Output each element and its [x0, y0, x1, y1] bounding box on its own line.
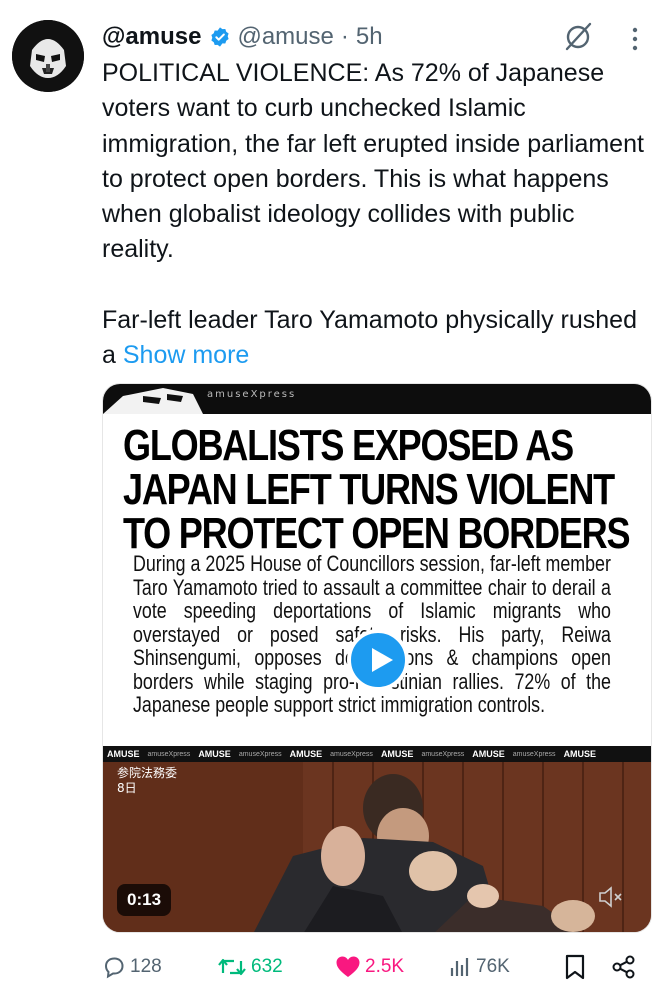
timestamp[interactable]: 5h: [356, 23, 383, 51]
like-button[interactable]: 2.5K: [335, 950, 404, 984]
ticker-label: AMUSE: [289, 749, 323, 759]
play-icon: [372, 648, 393, 672]
tweet-paragraph-1: POLITICAL VIOLENCE: As 72% of Japanese v…: [102, 59, 644, 264]
media-card[interactable]: amuseXpress GLOBALISTS EXPOSED AS JAPAN …: [102, 383, 652, 933]
ticker-label: AMUSE: [563, 749, 597, 759]
bookmark-button[interactable]: [564, 950, 590, 984]
ticker-sub: amuseXpress: [330, 750, 373, 758]
repost-button[interactable]: 632: [217, 950, 283, 984]
reply-count: 128: [130, 956, 162, 977]
action-bar: 128 632 2.5K 76K: [102, 950, 647, 984]
views-count: 76K: [476, 956, 510, 977]
reply-icon: [104, 957, 124, 979]
ticker-sub: amuseXpress: [238, 750, 282, 758]
avatar[interactable]: [12, 20, 84, 92]
video-caption: 参院法務委 8日: [117, 766, 177, 796]
ticker-label: AMUSE: [198, 749, 231, 759]
tweet-paragraph-2: Far-left leader Taro Yamamoto physically…: [102, 303, 647, 374]
media-headline: GLOBALISTS EXPOSED AS JAPAN LEFT TURNS V…: [123, 421, 631, 558]
ticker-sub: amuseXpress: [421, 750, 465, 758]
ticker-label: AMUSE: [472, 749, 505, 759]
verified-badge-icon: [209, 26, 231, 48]
grok-icon[interactable]: [563, 20, 595, 52]
mute-icon[interactable]: [597, 885, 623, 909]
repost-icon: [218, 958, 246, 976]
show-more-link[interactable]: Show more: [123, 341, 249, 369]
bookmark-icon: [565, 954, 585, 980]
video-scene-image: [103, 762, 651, 932]
play-button[interactable]: [347, 629, 409, 691]
ticker-label: AMUSE: [380, 749, 414, 759]
video-duration: 0:13: [117, 884, 172, 916]
media-top-strip: amuseXpress: [103, 384, 651, 414]
tweet-card: @amuse @amuse · 5h POLITICAL VIOLENCE: A…: [0, 0, 670, 999]
reply-button[interactable]: 128: [102, 950, 162, 984]
media-brand: amuseXpress: [207, 389, 297, 400]
video-frame[interactable]: AMUSE amuseXpress AMUSE amuseXpress AMUS…: [103, 746, 651, 932]
caption-line-2: 8日: [117, 781, 137, 795]
tweet-body: POLITICAL VIOLENCE: As 72% of Japanese v…: [102, 56, 647, 373]
ticker-sub: amuseXpress: [147, 750, 191, 758]
display-name[interactable]: @amuse: [102, 23, 201, 51]
views-icon: [450, 958, 469, 976]
tweet-header: @amuse @amuse · 5h: [102, 20, 383, 54]
video-ticker: AMUSE amuseXpress AMUSE amuseXpress AMUS…: [103, 746, 651, 762]
avatar-stormtrooper-icon: [12, 20, 84, 92]
caption-line-1: 参院法務委: [117, 766, 178, 780]
repost-count: 632: [251, 956, 283, 977]
handle[interactable]: @amuse: [237, 23, 333, 51]
ticker-sub: amuseXpress: [512, 750, 556, 758]
like-count: 2.5K: [365, 956, 405, 977]
share-icon: [612, 955, 635, 979]
like-icon: [336, 956, 360, 977]
ticker-label: AMUSE: [107, 749, 140, 759]
share-button[interactable]: [611, 950, 641, 984]
views-button[interactable]: 76K: [448, 950, 510, 984]
separator-dot: ·: [340, 23, 349, 50]
more-options-icon[interactable]: [626, 24, 644, 54]
